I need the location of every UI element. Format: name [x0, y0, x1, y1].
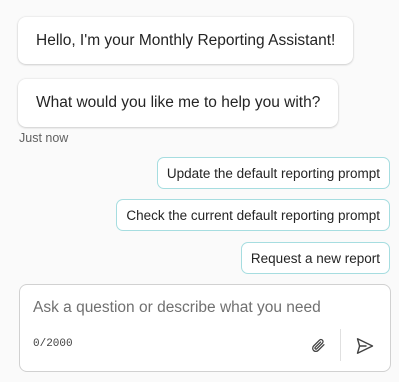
chat-input[interactable] — [33, 299, 373, 323]
composer-divider — [340, 329, 341, 361]
suggestion-check-default-prompt[interactable]: Check the current default reporting prom… — [116, 199, 390, 231]
suggestion-update-default-prompt[interactable]: Update the default reporting prompt — [156, 157, 390, 189]
suggestion-request-new-report[interactable]: Request a new report — [240, 242, 390, 274]
attach-button[interactable] — [304, 331, 334, 361]
suggestion-label: Request a new report — [250, 250, 380, 266]
send-icon — [356, 338, 374, 354]
assistant-message: Hello, I'm your Monthly Reporting Assist… — [18, 17, 354, 64]
chat-composer: 0/2000 — [19, 284, 391, 372]
paperclip-icon — [312, 338, 325, 353]
suggestion-label: Update the default reporting prompt — [166, 165, 380, 181]
message-text: Hello, I'm your Monthly Reporting Assist… — [36, 31, 336, 49]
message-timestamp: Just now — [19, 131, 69, 145]
assistant-message: What would you like me to help you with? — [18, 79, 339, 127]
character-counter: 0/2000 — [33, 338, 73, 350]
send-button[interactable] — [350, 331, 380, 361]
message-text: What would you like me to help you with? — [36, 94, 321, 111]
suggestion-label: Check the current default reporting prom… — [126, 207, 380, 223]
